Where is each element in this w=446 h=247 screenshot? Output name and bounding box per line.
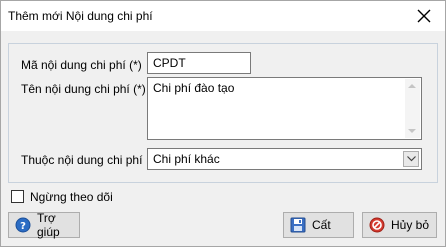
group-label: Thuộc nội dung chi phí [21,153,143,167]
scroll-up-icon[interactable] [408,84,416,88]
code-value: CPDT [153,56,186,70]
cancel-icon [369,217,385,233]
textarea-scrollbar[interactable] [405,79,420,138]
code-input[interactable]: CPDT [147,52,251,74]
window-title: Thêm mới Nội dung chi phí [8,9,153,23]
svg-text:?: ? [20,221,26,232]
chevron-down-icon [407,156,416,162]
save-icon [290,217,306,233]
name-textarea[interactable]: Chi phí đào tạo [147,77,422,140]
scroll-down-icon[interactable] [408,129,416,133]
dialog-window: Thêm mới Nội dung chi phí Mã nội dung ch… [0,0,446,247]
title-bar: Thêm mới Nội dung chi phí [1,1,445,31]
group-value: Chi phí khác [153,152,220,166]
code-label: Mã nội dung chi phí (*) [21,58,142,72]
group-dropdown-button[interactable] [403,151,419,167]
cancel-label: Hủy bỏ [391,218,430,232]
group-select[interactable]: Chi phí khác [147,148,422,170]
help-label: Trợ giúp [37,211,60,239]
inactive-label: Ngừng theo dõi [30,190,113,204]
save-label: Cất [312,218,331,232]
form-panel: Mã nội dung chi phí (*) CPDT Tên nội dun… [8,43,438,183]
cancel-button[interactable]: Hủy bỏ [362,212,437,238]
name-label: Tên nội dung chi phí (*) [21,82,146,96]
help-button[interactable]: ? Trợ giúp [8,211,80,239]
name-value: Chi phí đào tạo [153,81,235,95]
help-icon: ? [15,217,31,233]
save-button[interactable]: Cất [283,212,354,238]
inactive-checkbox[interactable] [11,190,24,203]
close-icon [417,9,431,23]
close-button[interactable] [403,1,445,31]
